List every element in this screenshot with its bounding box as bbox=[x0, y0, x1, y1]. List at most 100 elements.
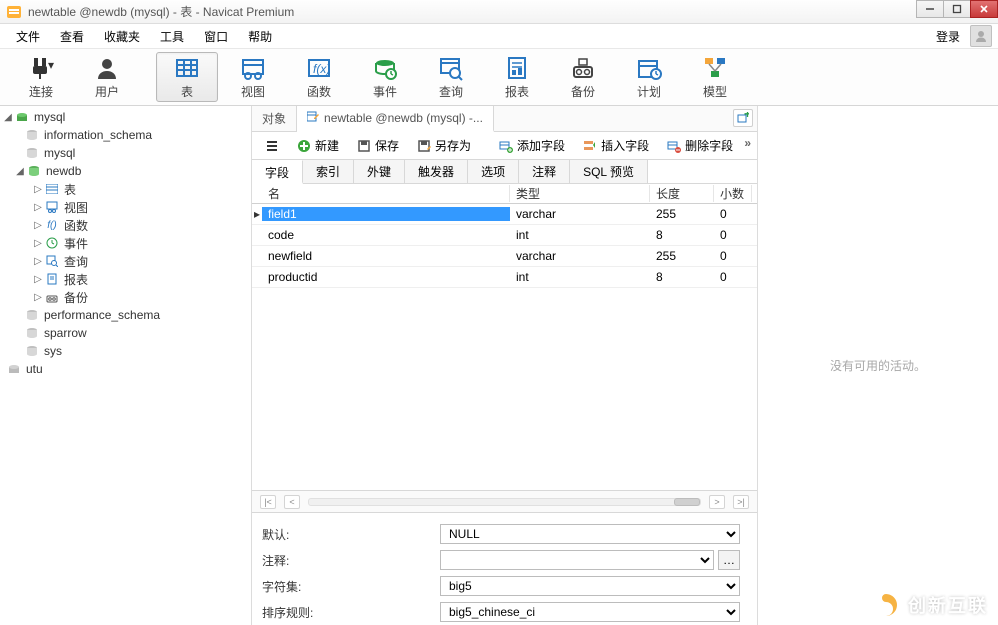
close-button[interactable] bbox=[970, 0, 998, 18]
toolbar-backup[interactable]: 备份 bbox=[552, 52, 614, 102]
col-header-dec[interactable]: 小数 bbox=[714, 185, 752, 202]
delete-field-button[interactable]: 删除字段 bbox=[660, 134, 740, 157]
grid-row[interactable]: code int 8 0 bbox=[252, 225, 757, 246]
connection-tree[interactable]: ◢ mysql information_schema mysql ◢ newdb… bbox=[0, 106, 252, 625]
query-group-icon bbox=[44, 254, 60, 268]
toolbar-report-label: 报表 bbox=[505, 83, 529, 100]
add-tab-button[interactable]: + bbox=[733, 109, 753, 127]
prop-comment-ellipsis-button[interactable]: … bbox=[718, 550, 740, 570]
subtab-fields[interactable]: 字段 bbox=[252, 160, 303, 184]
toolbar-table-label: 表 bbox=[181, 83, 193, 100]
expand-icon[interactable]: ▷ bbox=[32, 256, 44, 267]
menu-toggle-button[interactable] bbox=[258, 136, 286, 156]
menu-view[interactable]: 查看 bbox=[50, 26, 94, 47]
tree-db-information-schema[interactable]: information_schema bbox=[0, 126, 251, 144]
tab-objects[interactable]: 对象 bbox=[252, 106, 297, 131]
collapse-icon[interactable]: ◢ bbox=[2, 112, 14, 123]
menu-window[interactable]: 窗口 bbox=[194, 26, 238, 47]
subtab-sqlpreview[interactable]: SQL 预览 bbox=[570, 160, 648, 183]
grid-row[interactable]: ▸ field1 varchar 255 0 bbox=[252, 204, 757, 225]
add-row-icon bbox=[499, 139, 513, 153]
col-header-len[interactable]: 长度 bbox=[650, 185, 714, 202]
tree-db-sys[interactable]: sys bbox=[0, 342, 251, 360]
prop-comment-input[interactable] bbox=[440, 550, 714, 570]
avatar[interactable] bbox=[970, 25, 992, 47]
tree-db-newdb[interactable]: ◢ newdb bbox=[0, 162, 251, 180]
toolbar-user[interactable]: 用户 bbox=[76, 52, 138, 102]
tree-db-performance-schema[interactable]: performance_schema bbox=[0, 306, 251, 324]
grid-row[interactable]: productid int 8 0 bbox=[252, 267, 757, 288]
tab-current[interactable]: newtable @newdb (mysql) -... bbox=[297, 106, 494, 132]
toolbar-schedule[interactable]: 计划 bbox=[618, 52, 680, 102]
saveas-button[interactable]: 另存为 bbox=[410, 134, 478, 157]
toolbar-view[interactable]: 视图 bbox=[222, 52, 284, 102]
grid-row[interactable]: newfield varchar 255 0 bbox=[252, 246, 757, 267]
collapse-icon[interactable]: ◢ bbox=[14, 166, 26, 177]
toolbar-connect-label: 连接 bbox=[29, 83, 53, 100]
tree-connection-mysql[interactable]: ◢ mysql bbox=[0, 108, 251, 126]
toolbar-connect[interactable]: ▾ 连接 bbox=[10, 52, 72, 102]
subtab-fk[interactable]: 外键 bbox=[354, 160, 405, 183]
tree-item-tables[interactable]: ▷ 表 bbox=[0, 180, 251, 198]
nav-last-button[interactable]: >| bbox=[733, 495, 749, 509]
new-button[interactable]: 新建 bbox=[290, 134, 346, 157]
nav-scrollbar[interactable] bbox=[308, 498, 701, 506]
subtab-options[interactable]: 选项 bbox=[468, 160, 519, 183]
minimize-button[interactable] bbox=[916, 0, 944, 18]
connection-closed-icon bbox=[6, 362, 22, 376]
menu-tools[interactable]: 工具 bbox=[150, 26, 194, 47]
expand-icon[interactable]: ▷ bbox=[32, 274, 44, 285]
tree-db-sparrow[interactable]: sparrow bbox=[0, 324, 251, 342]
menu-file[interactable]: 文件 bbox=[6, 26, 50, 47]
add-field-button[interactable]: 添加字段 bbox=[492, 134, 572, 157]
expand-icon[interactable]: ▷ bbox=[32, 202, 44, 213]
tree-connection-utu[interactable]: utu bbox=[0, 360, 251, 378]
svg-text:f(x): f(x) bbox=[313, 62, 330, 76]
fields-grid[interactable]: 名 类型 长度 小数 ▸ field1 varchar 255 0 code i… bbox=[252, 184, 757, 490]
expand-icon[interactable]: ▷ bbox=[32, 238, 44, 249]
tree-db-mysql[interactable]: mysql bbox=[0, 144, 251, 162]
subtab-comment[interactable]: 注释 bbox=[519, 160, 570, 183]
prop-charset-select[interactable]: big5 bbox=[440, 576, 740, 596]
prop-collation-select[interactable]: big5_chinese_ci bbox=[440, 602, 740, 622]
subtab-trigger[interactable]: 触发器 bbox=[405, 160, 468, 183]
nav-first-button[interactable]: |< bbox=[260, 495, 276, 509]
save-button[interactable]: 保存 bbox=[350, 134, 406, 157]
expand-icon[interactable]: ▷ bbox=[32, 292, 44, 303]
toolbar-report[interactable]: 报表 bbox=[486, 52, 548, 102]
toolbar-event[interactable]: 事件 bbox=[354, 52, 416, 102]
toolbar-table[interactable]: 表 bbox=[156, 52, 218, 102]
database-open-icon bbox=[26, 164, 42, 178]
tree-item-reports[interactable]: ▷ 报表 bbox=[0, 270, 251, 288]
col-header-name[interactable]: 名 bbox=[262, 185, 510, 202]
insert-field-button[interactable]: 插入字段 bbox=[576, 134, 656, 157]
menu-favorites[interactable]: 收藏夹 bbox=[94, 26, 150, 47]
expand-icon[interactable]: ▷ bbox=[32, 220, 44, 231]
toolbar-query-label: 查询 bbox=[439, 83, 463, 100]
prop-default-select[interactable]: NULL bbox=[440, 524, 740, 544]
tree-item-queries[interactable]: ▷ 查询 bbox=[0, 252, 251, 270]
expand-icon[interactable]: ▷ bbox=[32, 184, 44, 195]
function-group-icon: f() bbox=[44, 218, 60, 232]
maximize-button[interactable] bbox=[943, 0, 971, 18]
col-header-type[interactable]: 类型 bbox=[510, 185, 650, 202]
schedule-icon bbox=[636, 55, 662, 81]
login-link[interactable]: 登录 bbox=[930, 26, 966, 47]
overflow-button[interactable]: » bbox=[744, 136, 751, 150]
database-icon bbox=[24, 308, 40, 322]
nav-next-button[interactable]: > bbox=[709, 495, 725, 509]
subtab-index[interactable]: 索引 bbox=[303, 160, 354, 183]
tree-item-events[interactable]: ▷ 事件 bbox=[0, 234, 251, 252]
tree-item-views[interactable]: ▷ 视图 bbox=[0, 198, 251, 216]
table-group-icon bbox=[44, 182, 60, 196]
toolbar-function[interactable]: f(x) 函数 bbox=[288, 52, 350, 102]
menu-help[interactable]: 帮助 bbox=[238, 26, 282, 47]
toolbar-query[interactable]: 查询 bbox=[420, 52, 482, 102]
toolbar-model[interactable]: 模型 bbox=[684, 52, 746, 102]
saveas-icon bbox=[417, 139, 431, 153]
prop-charset-label: 字符集: bbox=[262, 578, 434, 595]
tree-item-functions[interactable]: ▷ f() 函数 bbox=[0, 216, 251, 234]
table-icon bbox=[174, 55, 200, 81]
nav-prev-button[interactable]: < bbox=[284, 495, 300, 509]
tree-item-backups[interactable]: ▷ 备份 bbox=[0, 288, 251, 306]
